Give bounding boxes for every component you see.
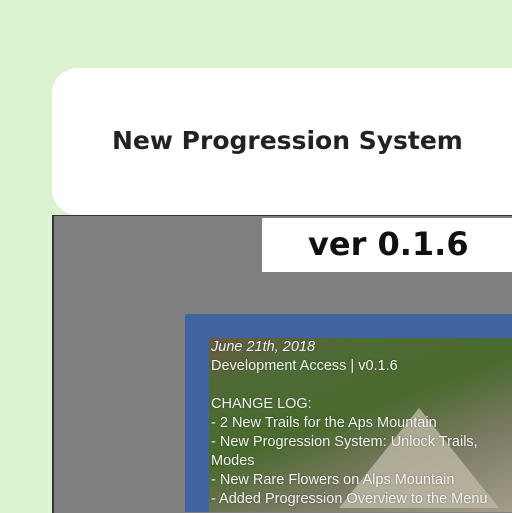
changelog-line: Modes [211, 453, 255, 469]
changelog: June 21th, 2018 Development Access | v0.… [211, 338, 509, 509]
changelog-date: June 21th, 2018 [211, 339, 316, 355]
changelog-line: - 2 New Trails for the Aps Mountain [211, 415, 437, 431]
changelog-build: Development Access | v0.1.6 [211, 358, 398, 374]
changelog-line: - New Rare Flowers on Alps Mountain [211, 472, 455, 488]
game-screenshot: June 21th, 2018 Development Access | v0.… [209, 338, 512, 512]
changelog-line: - Added Progression Overview to the Menu [211, 491, 488, 507]
changelog-heading: CHANGE LOG: [211, 396, 312, 412]
version-label: ver 0.1.6 [308, 225, 469, 263]
changelog-line: - New Progression System: Unlock Trails, [211, 434, 478, 450]
page-title: New Progression System [112, 126, 463, 155]
version-badge: ver 0.1.6 [262, 218, 512, 272]
